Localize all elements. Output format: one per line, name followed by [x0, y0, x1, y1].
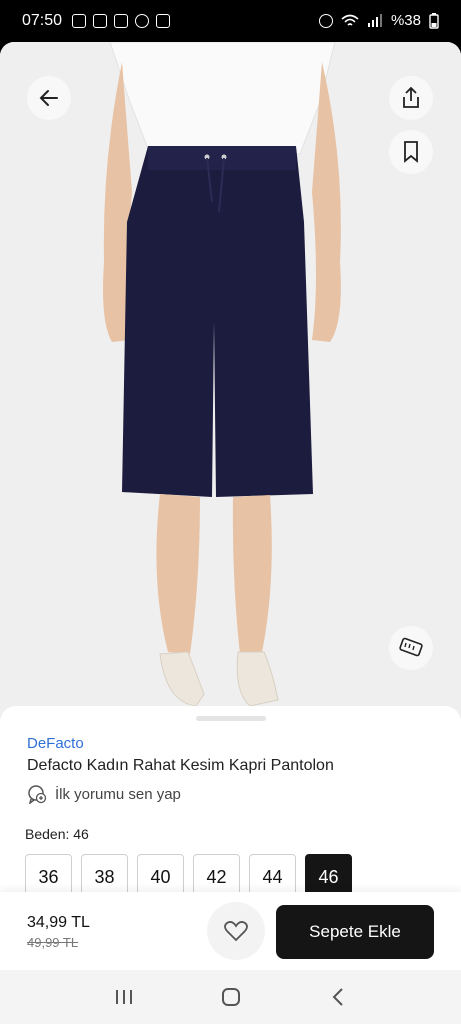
home-icon [221, 988, 240, 1006]
arrow-left-icon [39, 90, 58, 106]
bookmark-button[interactable] [389, 130, 433, 174]
size-label: Beden: 46 [25, 826, 89, 842]
system-navigation-bar [0, 970, 461, 1024]
signal-icon [367, 13, 382, 27]
measuring-tape-icon [399, 637, 423, 657]
recent-apps-icon [115, 990, 132, 1004]
notification-icon [93, 14, 107, 28]
cast-icon [72, 14, 86, 28]
system-icons: %38 [318, 12, 439, 29]
system-back-button[interactable] [318, 977, 358, 1017]
chevron-left-icon [332, 988, 343, 1006]
product-image[interactable] [0, 42, 461, 732]
favorite-button[interactable] [207, 902, 265, 960]
battery-level: %38 [390, 12, 421, 29]
write-review-label: İlk yorumu sen yap [55, 785, 181, 803]
brand-link[interactable]: DeFacto [27, 735, 84, 752]
messenger-icon [135, 14, 149, 28]
product-title: Defacto Kadın Rahat Kesim Kapri Pantolon [27, 757, 334, 774]
battery-icon [429, 12, 439, 29]
alarm-icon [318, 13, 333, 28]
sheet-handle[interactable] [196, 716, 266, 721]
size-guide-button[interactable] [389, 626, 433, 670]
share-button[interactable] [389, 76, 433, 120]
share-icon [403, 86, 419, 108]
heart-icon [224, 921, 248, 942]
home-button[interactable] [211, 977, 251, 1017]
wifi-icon [341, 14, 359, 26]
old-price: 49,99 TL [27, 935, 79, 950]
notification-icons [72, 14, 170, 28]
comment-add-icon [28, 785, 47, 804]
add-to-cart-button[interactable]: Sepete Ekle [276, 905, 434, 959]
gallery-icon [156, 14, 170, 28]
bookmark-icon [404, 141, 418, 163]
current-price: 34,99 TL [27, 914, 90, 931]
status-bar: 07:50 %38 [0, 0, 461, 42]
product-page: DeFacto Defacto Kadın Rahat Kesim Kapri … [0, 42, 461, 970]
status-time: 07:50 [22, 12, 63, 29]
back-button[interactable] [27, 76, 71, 120]
write-review-link[interactable]: İlk yorumu sen yap [27, 784, 181, 804]
recent-apps-button[interactable] [104, 977, 144, 1017]
instagram-icon [114, 14, 128, 28]
purchase-bar: 34,99 TL 49,99 TL Sepete Ekle [0, 892, 461, 970]
